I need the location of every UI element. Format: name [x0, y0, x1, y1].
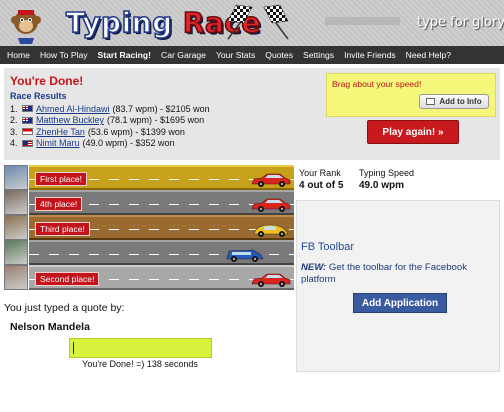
nav-start-racing[interactable]: Start Racing!: [93, 50, 156, 60]
new-badge-text: NEW:: [301, 262, 327, 273]
profile-box-icon: [426, 98, 436, 105]
race-lane: First place!: [4, 165, 294, 190]
quote-author: Nelson Mandela: [10, 321, 90, 333]
result-detail: (83.7 wpm) - $2105 won: [112, 103, 210, 114]
result-detail: (78.1 wpm) - $1695 won: [107, 115, 205, 126]
place-badge: Second place!: [35, 272, 100, 286]
result-detail: (53.6 wpm) - $1399 won: [87, 126, 185, 137]
nav-need-help[interactable]: Need Help?: [401, 50, 456, 60]
nav-car-garage[interactable]: Car Garage: [156, 50, 211, 60]
result-rank: 4.: [10, 138, 18, 149]
result-rank: 3.: [10, 126, 18, 137]
place-badge: First place!: [35, 172, 88, 186]
quote-intro: You just typed a quote by:: [4, 302, 125, 314]
rank-value: 4 out of 5: [299, 180, 344, 191]
fb-toolbar-description: NEW: Get the toolbar for the Facebook pl…: [301, 262, 497, 286]
result-detail: (49.0 wpm) - $352 won: [82, 138, 175, 149]
logo-word-typing: Typing: [65, 5, 173, 40]
add-application-button[interactable]: Add Application: [353, 293, 447, 313]
race-car-icon: [253, 224, 289, 237]
brag-text: Brag about your speed!: [332, 79, 422, 89]
race-car-icon: [251, 173, 291, 187]
nav-home[interactable]: Home: [2, 50, 35, 60]
result-rank: 2.: [10, 115, 18, 126]
racer-avatar[interactable]: [4, 190, 28, 215]
race-results-panel: You're Done! Race Results 1. Ahmed Al-Hi…: [4, 68, 500, 160]
monkey-mascot-icon: [11, 10, 41, 44]
add-to-info-label: Add to Info: [439, 97, 482, 106]
usa-flag-icon: [22, 139, 33, 147]
typing-input[interactable]: [69, 338, 212, 358]
race-lane: [4, 240, 294, 265]
nav-invite-friends[interactable]: Invite Friends: [339, 50, 401, 60]
site-header: Typing Race type for glory: [0, 0, 504, 46]
race-lane: Third place!: [4, 215, 294, 240]
racer-link[interactable]: Nimit Maru: [36, 138, 80, 148]
speed-label: Typing Speed: [359, 168, 415, 178]
nav-quotes[interactable]: Quotes: [260, 50, 298, 60]
race-track: First place! 4th place! Third place! Second…: [4, 165, 294, 290]
lane-road: First place!: [29, 165, 294, 190]
race-car-icon: [251, 273, 291, 287]
rank-label: Your Rank: [299, 168, 341, 178]
place-badge: Third place!: [35, 222, 90, 236]
lane-road: Second place!: [29, 265, 294, 290]
play-again-button[interactable]: Play again! »: [367, 120, 459, 144]
list-item: 4. Nimit Maru (49.0 wpm) - $352 won: [10, 138, 210, 150]
race-lane: Second place!: [4, 265, 294, 290]
done-heading: You're Done!: [10, 74, 84, 88]
racer-avatar[interactable]: [4, 165, 28, 190]
add-to-info-button[interactable]: Add to Info: [419, 94, 489, 109]
tagline: type for glory: [417, 15, 504, 30]
header-notice-bar: [325, 17, 400, 25]
list-item: 3. ZhenHe Tan (53.6 wpm) - $1399 won: [10, 126, 210, 138]
racer-link[interactable]: Ahmed Al-Hindawi: [36, 104, 110, 114]
checkered-flags-icon: [227, 4, 289, 40]
place-badge: 4th place!: [35, 197, 83, 211]
racer-link[interactable]: ZhenHe Tan: [36, 127, 85, 137]
fb-desc-text: Get the toolbar for the Facebook platfor…: [301, 262, 468, 285]
fb-toolbar-title[interactable]: FB Toolbar: [301, 241, 354, 253]
lane-road: [29, 240, 294, 265]
completion-time: You're Done! =) 138 seconds: [82, 359, 198, 369]
speed-value: 49.0 wpm: [359, 180, 405, 191]
race-results-heading: Race Results: [10, 91, 67, 101]
racer-link[interactable]: Matthew Buckley: [36, 115, 104, 125]
list-item: 1. Ahmed Al-Hindawi (83.7 wpm) - $2105 w…: [10, 103, 210, 115]
lane-road: 4th place!: [29, 190, 294, 215]
nav-your-stats[interactable]: Your Stats: [211, 50, 260, 60]
singapore-flag-icon: [22, 128, 33, 136]
brag-box: Brag about your speed! Add to Info: [326, 73, 496, 117]
lane-road: Third place!: [29, 215, 294, 240]
race-results-list: 1. Ahmed Al-Hindawi (83.7 wpm) - $2105 w…: [10, 103, 210, 149]
nav-settings[interactable]: Settings: [298, 50, 339, 60]
race-car-icon: [226, 249, 264, 262]
race-car-icon: [251, 198, 291, 212]
nav-how-to-play[interactable]: How To Play: [35, 50, 93, 60]
result-rank: 1.: [10, 103, 18, 114]
australia-flag-icon: [22, 105, 33, 113]
racer-avatar[interactable]: [4, 240, 28, 265]
australia-flag-icon: [22, 116, 33, 124]
main-nav: Home How To Play Start Racing! Car Garag…: [0, 46, 504, 64]
racer-avatar[interactable]: [4, 215, 28, 240]
racer-avatar[interactable]: [4, 265, 28, 290]
race-lane: 4th place!: [4, 190, 294, 215]
fb-toolbar-promo: FB Toolbar NEW: Get the toolbar for the …: [296, 200, 500, 372]
list-item: 2. Matthew Buckley (78.1 wpm) - $1695 wo…: [10, 115, 210, 127]
